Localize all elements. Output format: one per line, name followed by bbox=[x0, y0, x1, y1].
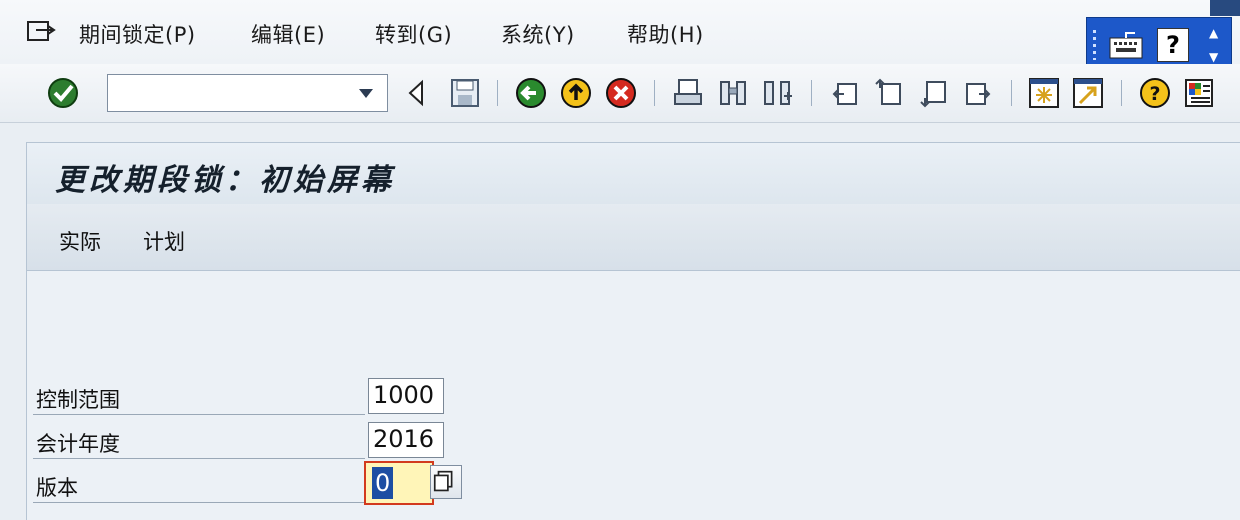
find-next-icon[interactable] bbox=[760, 76, 794, 110]
version-field[interactable]: 0 bbox=[364, 461, 434, 505]
find-icon[interactable] bbox=[716, 76, 750, 110]
application-toolbar: 实际 计划 bbox=[26, 204, 1240, 271]
toolbar-separator bbox=[811, 80, 812, 106]
first-page-icon[interactable] bbox=[828, 76, 862, 110]
chevron-down-icon[interactable] bbox=[359, 89, 373, 98]
enter-icon[interactable] bbox=[46, 76, 80, 110]
menu-help[interactable]: 帮助(H) bbox=[627, 19, 704, 49]
create-session-icon[interactable] bbox=[1027, 76, 1061, 110]
cancel-icon[interactable] bbox=[604, 76, 638, 110]
next-page-icon[interactable] bbox=[917, 76, 951, 110]
expand-down-icon[interactable]: ▼ bbox=[1209, 50, 1218, 64]
collapse-up-icon[interactable]: ▲ bbox=[1209, 26, 1218, 40]
form-area bbox=[26, 271, 1240, 520]
controlling-area-field[interactable]: 1000 bbox=[368, 378, 444, 414]
create-shortcut-icon[interactable] bbox=[1071, 76, 1105, 110]
actual-button[interactable]: 实际 bbox=[59, 226, 101, 256]
menu-period-lock[interactable]: 期间锁定(P) bbox=[79, 19, 196, 49]
command-input[interactable] bbox=[112, 79, 346, 109]
previous-page-icon[interactable] bbox=[872, 76, 906, 110]
value-help-icon[interactable] bbox=[430, 465, 462, 499]
print-icon[interactable] bbox=[671, 76, 705, 110]
page-title: 更改期段锁：初始屏幕 bbox=[55, 163, 395, 198]
menu-goto[interactable]: 转到(G) bbox=[375, 19, 452, 49]
save-icon[interactable] bbox=[448, 76, 482, 110]
label-underline bbox=[33, 502, 365, 503]
help-icon[interactable]: ? bbox=[1138, 76, 1172, 110]
drag-grip-icon[interactable] bbox=[1093, 30, 1096, 60]
command-field[interactable] bbox=[107, 74, 388, 112]
plan-button[interactable]: 计划 bbox=[143, 226, 185, 256]
title-bar: 更改期段锁：初始屏幕 bbox=[26, 142, 1240, 205]
version-value[interactable]: 0 bbox=[372, 467, 394, 499]
back-arrow-icon[interactable] bbox=[404, 76, 428, 110]
menu-bar: 期间锁定(P) 编辑(E) 转到(G) 系统(Y) 帮助(H) bbox=[0, 0, 1240, 64]
back-icon[interactable] bbox=[514, 76, 548, 110]
window-corner bbox=[1210, 0, 1240, 16]
help-question-icon[interactable]: ? bbox=[1157, 28, 1189, 62]
fiscal-year-field[interactable]: 2016 bbox=[368, 422, 444, 458]
exit-icon[interactable] bbox=[559, 76, 593, 110]
keyboard-icon[interactable] bbox=[1109, 30, 1143, 60]
toolbar-separator bbox=[1121, 80, 1122, 106]
menu-icon[interactable] bbox=[26, 20, 56, 46]
toolbar-separator bbox=[1011, 80, 1012, 106]
version-label: 版本 bbox=[36, 476, 78, 500]
menu-edit[interactable]: 编辑(E) bbox=[251, 19, 325, 49]
toolbar-separator bbox=[654, 80, 655, 106]
layout-menu-icon[interactable] bbox=[1182, 76, 1216, 110]
controlling-area-label: 控制范围 bbox=[36, 388, 120, 412]
last-page-icon[interactable] bbox=[961, 76, 995, 110]
fiscal-year-label: 会计年度 bbox=[36, 432, 120, 456]
label-underline bbox=[33, 458, 365, 459]
menu-system[interactable]: 系统(Y) bbox=[501, 19, 575, 49]
label-underline bbox=[33, 414, 365, 415]
svg-text:?: ? bbox=[1149, 83, 1160, 105]
toolbar-separator bbox=[497, 80, 498, 106]
